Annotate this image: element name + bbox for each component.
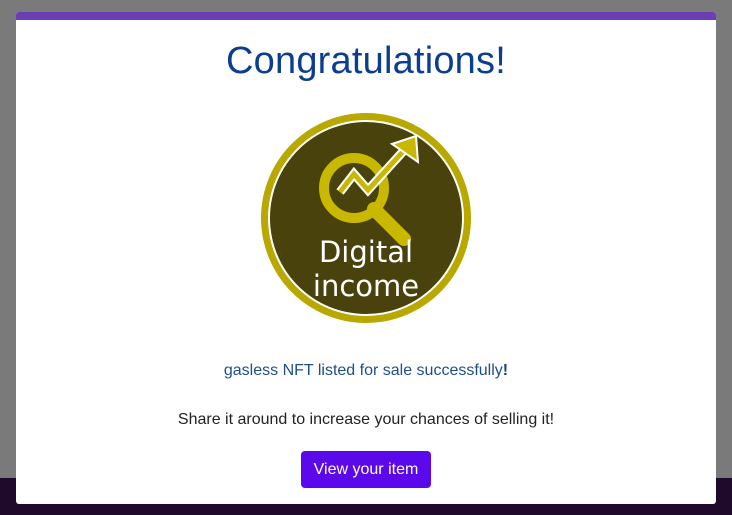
modal-accent-bar (16, 12, 716, 20)
success-modal: Congratulations! Digital income gasless … (16, 12, 716, 504)
nft-image: Digital income (258, 110, 474, 326)
logo-text-line2: income (313, 269, 419, 303)
digital-income-logo: Digital income (261, 113, 471, 323)
success-text: gasless NFT listed for sale successfully (223, 362, 503, 379)
modal-title: Congratulations! (226, 40, 506, 82)
success-exclamation: ! (502, 362, 509, 379)
share-message: Share it around to increase your chances… (177, 411, 555, 428)
success-message: gasless NFT listed for sale successfully… (16, 362, 716, 380)
view-item-button[interactable]: View your item (301, 451, 431, 488)
logo-text-line1: Digital (319, 235, 413, 269)
